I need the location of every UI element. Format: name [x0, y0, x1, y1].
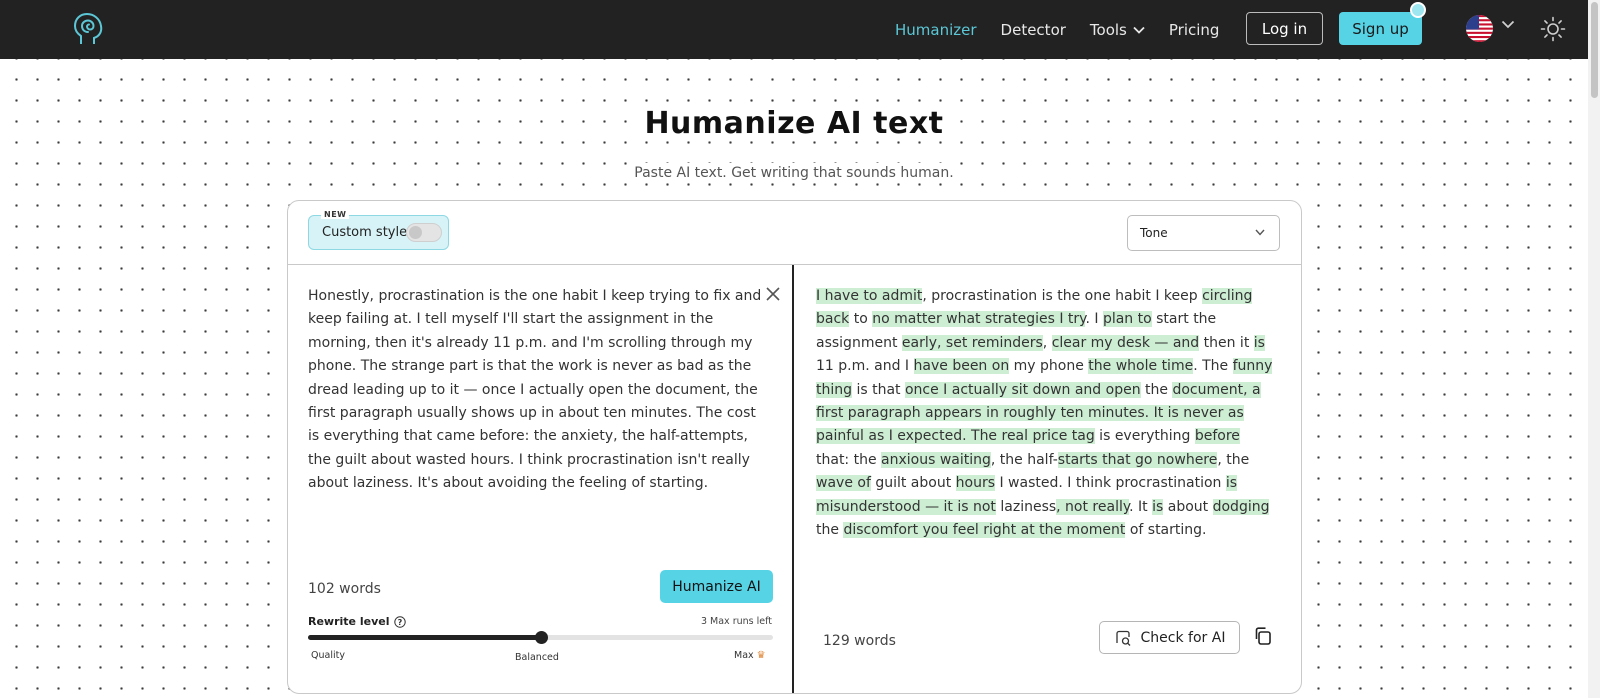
custom-style-label: Custom style: [322, 225, 408, 240]
output-phrase: that: the: [816, 451, 882, 468]
toggle-knob: [409, 226, 422, 239]
nav-tools[interactable]: Tools: [1090, 21, 1145, 39]
rewrite-level-text: Rewrite level: [308, 615, 390, 628]
output-phrase: I wasted. I think procrastination: [995, 475, 1226, 492]
output-phrase: then it: [1199, 334, 1254, 351]
rewrite-level-slider[interactable]: [308, 631, 773, 644]
output-pane: I have to admit, procrastination is the …: [796, 265, 1301, 693]
sun-icon[interactable]: [1540, 16, 1566, 42]
close-icon[interactable]: [765, 286, 781, 302]
rewritten-phrase[interactable]: starts that go nowhere: [1057, 451, 1218, 468]
page-scrollbar[interactable]: [1588, 0, 1600, 698]
nav-tools-label: Tools: [1089, 20, 1127, 39]
max-runs-left: 3 Max runs left: [700, 616, 772, 627]
rewritten-phrase[interactable]: clear my desk — and: [1051, 334, 1200, 351]
check-for-ai-button[interactable]: Check for AI: [1099, 621, 1240, 654]
rewritten-phrase[interactable]: have been on: [913, 358, 1010, 375]
output-word-count: 129 words: [823, 633, 896, 649]
input-word-count: 102 words: [308, 581, 381, 597]
slider-label-max: Max ♛: [734, 650, 766, 661]
magnifier-bubble-icon: [1115, 630, 1130, 646]
output-phrase: ,: [1042, 334, 1052, 351]
output-phrase: 11 p.m. and I: [816, 358, 914, 375]
nav-detector[interactable]: Detector: [1001, 21, 1066, 39]
page-subtitle: Paste AI text. Get writing that sounds h…: [628, 163, 960, 183]
rewritten-phrase[interactable]: once I actually sit down and open: [904, 381, 1141, 398]
tone-select[interactable]: Tone: [1127, 215, 1280, 251]
slider-label-balanced: Balanced: [515, 652, 559, 663]
hero-subtitle-wrap: Paste AI text. Get writing that sounds h…: [0, 162, 1588, 183]
slider-label-quality: Quality: [311, 650, 345, 661]
rewritten-phrase[interactable]: plan to: [1102, 311, 1152, 328]
rewritten-phrase[interactable]: I have to admit: [816, 288, 923, 304]
svg-text:?: ?: [398, 618, 403, 627]
rewritten-phrase[interactable]: is: [1253, 334, 1265, 351]
output-phrase: is everything: [1094, 428, 1195, 445]
signup-button[interactable]: Sign up: [1339, 12, 1422, 45]
rewrite-level-label: Rewrite level ?: [308, 615, 407, 628]
rewritten-phrase[interactable]: is: [1152, 498, 1164, 515]
output-phrase: , the half-: [990, 451, 1058, 468]
crown-icon: ♛: [756, 650, 766, 661]
output-text: I have to admit, procrastination is the …: [816, 285, 1276, 542]
output-phrase: , procrastination is the one habit I kee…: [922, 288, 1203, 304]
output-phrase: . The: [1193, 358, 1233, 375]
head-spiral-logo-icon[interactable]: [72, 11, 104, 47]
input-textarea[interactable]: Honestly, procrastination is the one hab…: [308, 285, 768, 496]
output-phrase: . I: [1085, 311, 1103, 328]
slider-label-max-text: Max: [734, 650, 754, 661]
output-phrase: my phone: [1009, 358, 1089, 375]
slider-fill: [308, 635, 541, 640]
question-circle-icon[interactable]: ?: [394, 615, 407, 628]
humanize-button[interactable]: Humanize AI: [660, 570, 773, 603]
rewritten-phrase[interactable]: discomfort you feel right at the moment: [843, 522, 1126, 539]
chevron-down-icon: [1133, 26, 1145, 34]
output-phrase: the: [816, 522, 844, 539]
slider-thumb[interactable]: [534, 631, 548, 644]
output-phrase: of starting.: [1125, 522, 1207, 539]
new-badge: NEW: [321, 210, 350, 219]
rewritten-phrase[interactable]: before: [1194, 428, 1240, 445]
nav-pricing[interactable]: Pricing: [1169, 21, 1220, 39]
custom-style-toggle[interactable]: NEW Custom style: [308, 210, 449, 250]
notification-badge: [1410, 2, 1426, 18]
check-for-ai-label: Check for AI: [1140, 629, 1226, 646]
rewritten-phrase[interactable]: anxious waiting: [881, 451, 991, 468]
humanizer-card: NEW Custom style Tone Honestly, procrast…: [287, 200, 1302, 694]
output-phrase: , the: [1217, 451, 1250, 468]
rewritten-phrase[interactable]: no matter what strategies I try: [872, 311, 1086, 328]
tone-select-value: Tone: [1140, 226, 1168, 240]
page-title: Humanize AI text: [640, 106, 948, 141]
output-phrase: the: [1140, 381, 1173, 398]
main-nav: Humanizer Detector Tools Pricing: [895, 0, 1243, 59]
copy-icon[interactable]: [1253, 626, 1273, 646]
rewritten-phrase[interactable]: , not really: [1056, 498, 1130, 515]
output-phrase: to: [849, 311, 873, 328]
rewritten-phrase[interactable]: wave of: [816, 475, 871, 492]
chevron-down-icon[interactable]: [1501, 20, 1515, 29]
output-phrase: is that: [852, 381, 905, 398]
rewritten-phrase[interactable]: the whole time: [1088, 358, 1194, 375]
hero: Humanize AI text: [0, 106, 1588, 141]
output-phrase: guilt about: [870, 475, 956, 492]
input-pane: Honestly, procrastination is the one hab…: [288, 265, 794, 693]
login-button[interactable]: Log in: [1246, 12, 1323, 45]
scrollbar-thumb[interactable]: [1591, 2, 1598, 98]
top-navigation-bar: Humanizer Detector Tools Pricing Log in …: [0, 0, 1600, 59]
nav-humanizer[interactable]: Humanizer: [895, 21, 977, 39]
toggle-switch[interactable]: [406, 223, 442, 242]
card-toolbar: NEW Custom style Tone: [288, 201, 1301, 265]
rewritten-phrase[interactable]: hours: [955, 475, 996, 492]
rewritten-phrase[interactable]: early, set reminders: [901, 334, 1043, 351]
output-phrase: laziness: [995, 498, 1057, 515]
chevron-down-icon: [1255, 229, 1265, 236]
output-phrase: . It: [1129, 498, 1153, 515]
us-flag-icon[interactable]: [1466, 15, 1493, 42]
rewritten-phrase[interactable]: dodging: [1212, 498, 1270, 515]
output-phrase: about: [1163, 498, 1213, 515]
